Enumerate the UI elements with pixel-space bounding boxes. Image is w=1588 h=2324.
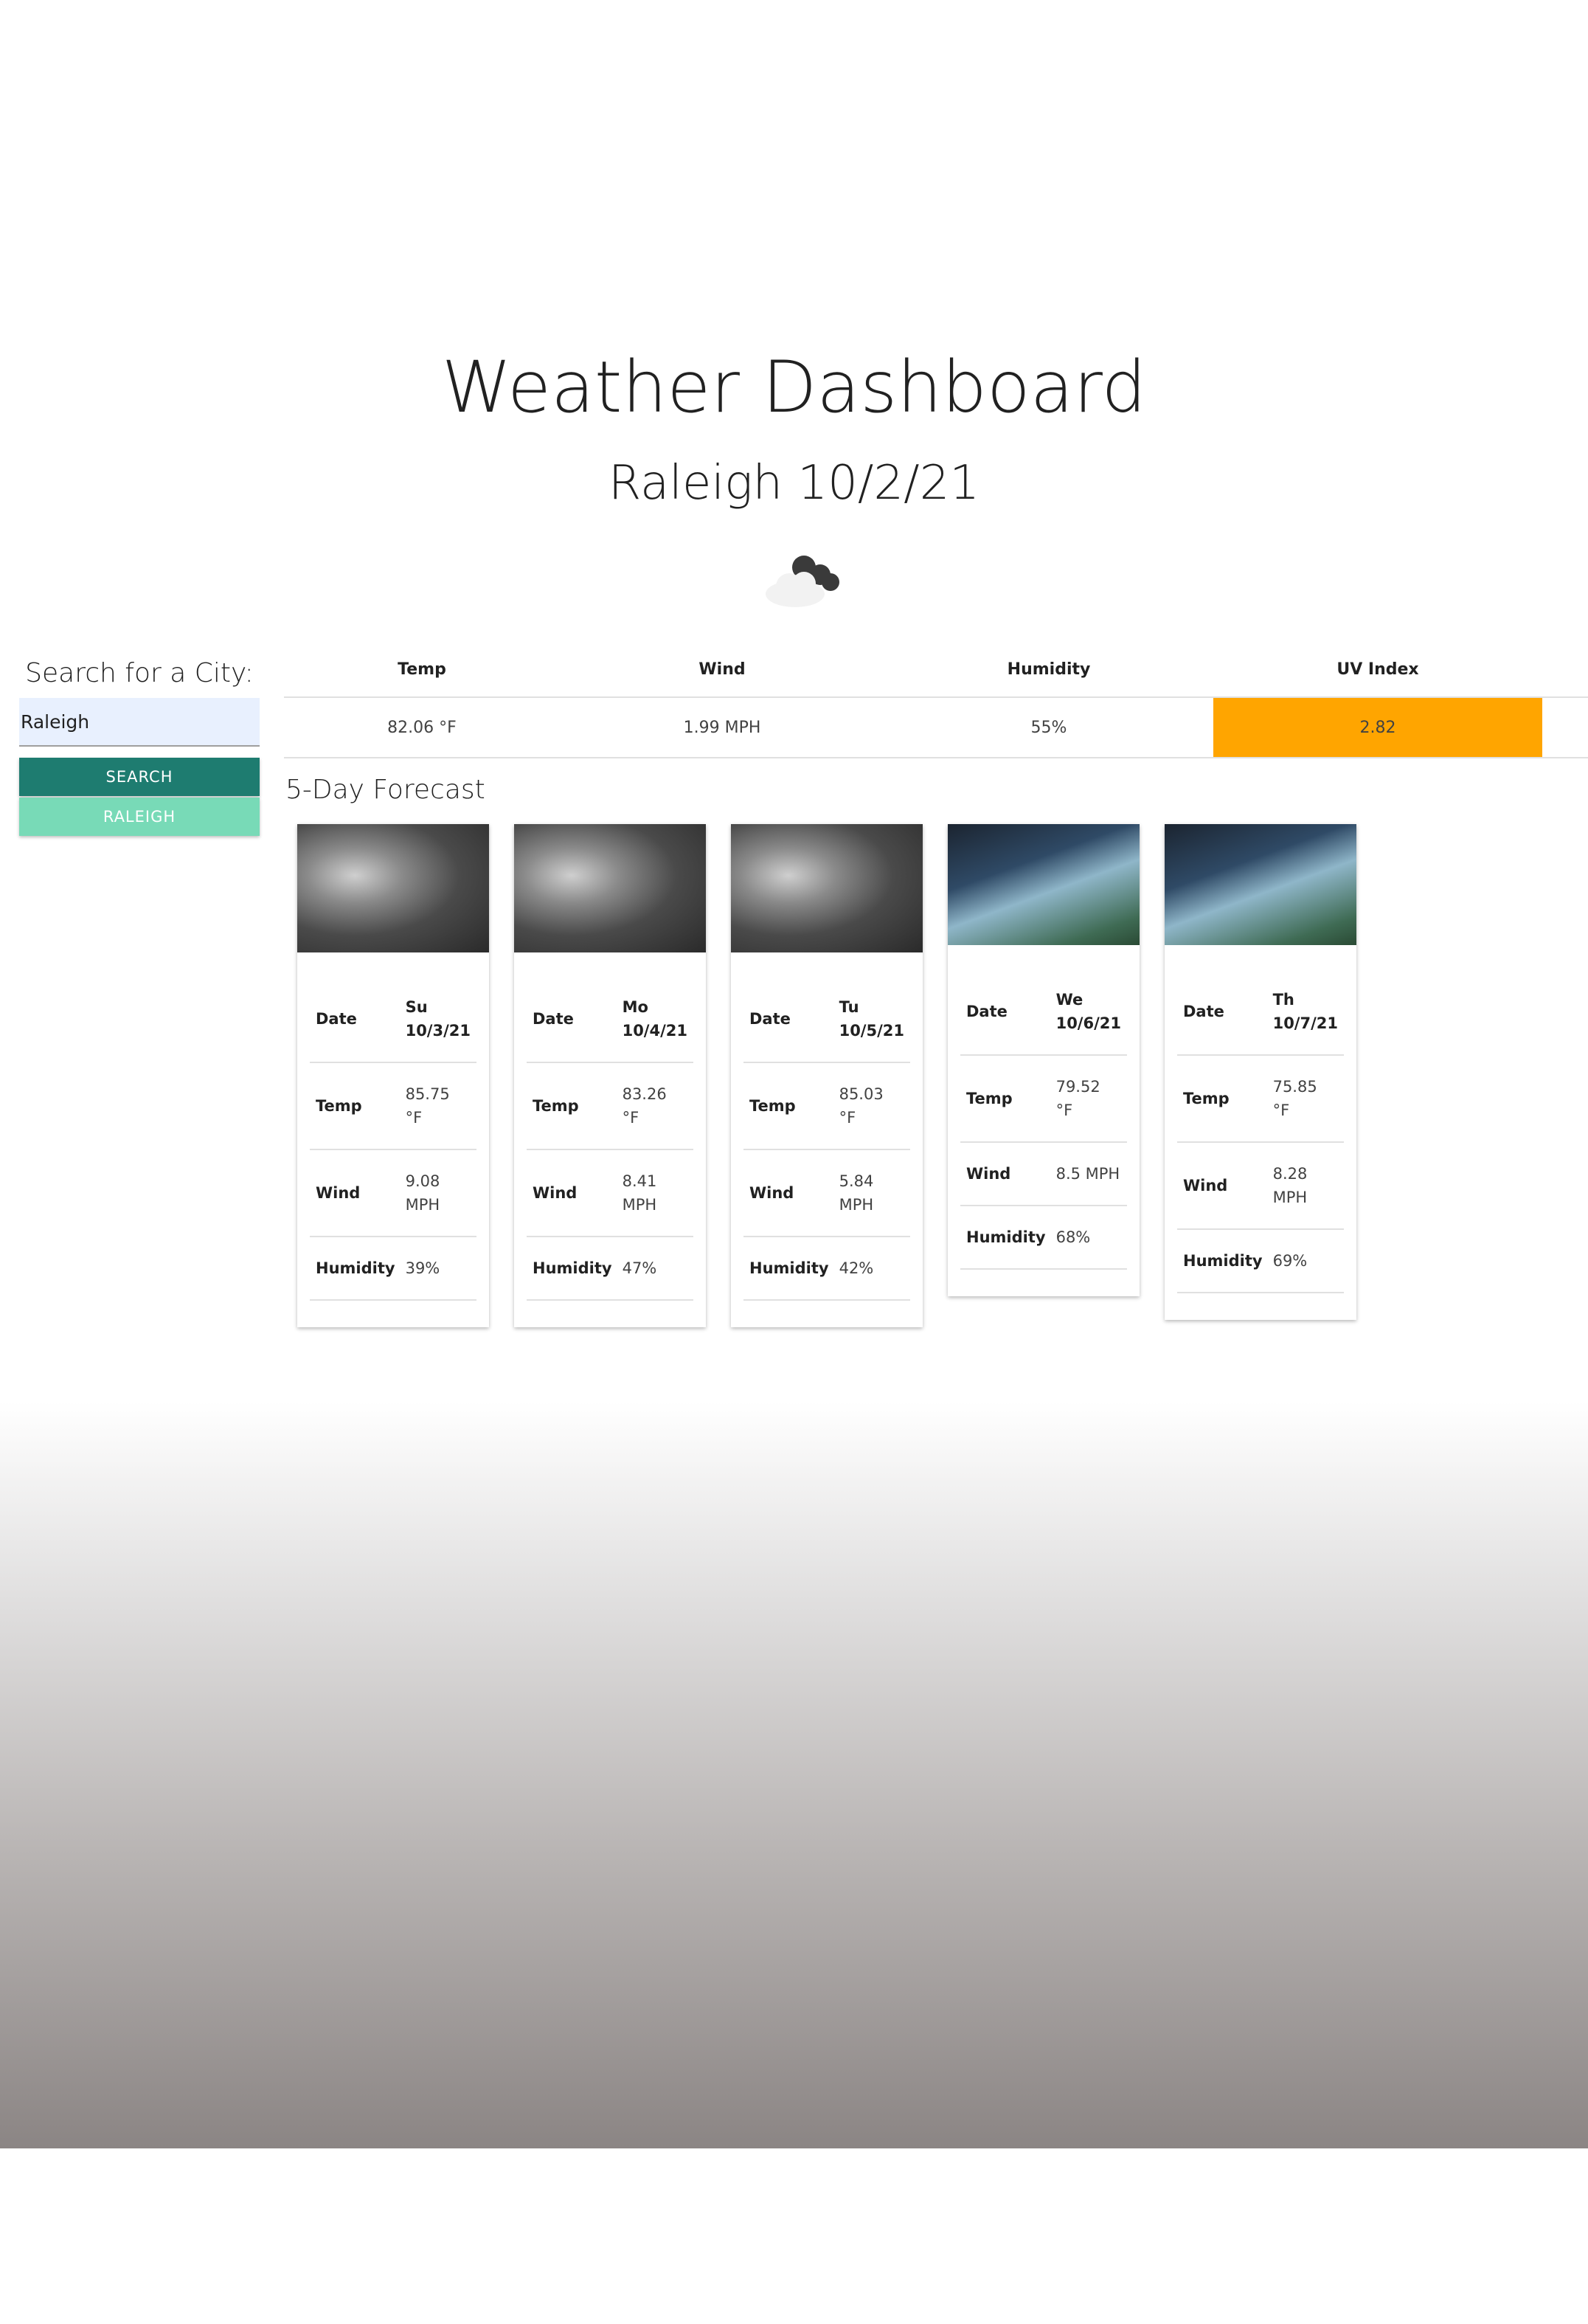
storm-clouds-image: [731, 824, 923, 952]
page-title: Weather Dashboard: [441, 346, 1147, 429]
current-conditions-table: Temp Wind Humidity UV Index 82.06 °F 1.9…: [284, 642, 1588, 758]
umbrella-rain-image: [1165, 824, 1356, 945]
forecast-heading: 5-Day Forecast: [285, 775, 485, 805]
umbrella-rain-image: [948, 824, 1140, 945]
storm-clouds-image: [514, 824, 706, 952]
uv-index-value: 2.82: [1213, 697, 1542, 758]
forecast-card: Date Th 10/7/21 Temp 75.85 °F Wind 8.28 M…: [1165, 824, 1356, 1320]
forecast-table: Date Tu 10/5/21 Temp 85.03 °F Wind 5.84 M…: [743, 976, 910, 1301]
uv-index-header: UV Index: [1213, 642, 1542, 698]
cloudy-night-icon: [766, 556, 839, 607]
city-search-input[interactable]: [19, 698, 260, 747]
history-button-raleigh[interactable]: RALEIGH: [19, 798, 260, 836]
forecast-table: Date Th 10/7/21 Temp 75.85 °F Wind 8.28 M…: [1177, 969, 1344, 1293]
current-header-row: Temp Wind Humidity UV Index: [284, 642, 1588, 698]
search-heading: Search for a City:: [25, 658, 254, 688]
humidity-value: 55%: [884, 697, 1213, 758]
background-gradient: [0, 1402, 1588, 2148]
search-button[interactable]: SEARCH: [19, 758, 260, 796]
forecast-card: Date We 10/6/21 Temp 79.52 °F Wind 8.5 MP…: [948, 824, 1140, 1296]
temp-value: 82.06 °F: [284, 697, 560, 758]
storm-clouds-image: [297, 824, 489, 952]
wind-value: 1.99 MPH: [560, 697, 884, 758]
forecast-card: Date Tu 10/5/21 Temp 85.03 °F Wind 5.84 M…: [731, 824, 923, 1327]
current-values-row: 82.06 °F 1.99 MPH 55% 2.82: [284, 697, 1588, 758]
humidity-header: Humidity: [884, 642, 1213, 698]
current-city-date: Raleigh 10/2/21: [608, 456, 980, 511]
forecast-table: Date Su 10/3/21 Temp 85.75 °F Wind 9.08 M…: [310, 976, 476, 1301]
wind-header: Wind: [560, 642, 884, 698]
forecast-card: Date Su 10/3/21 Temp 85.75 °F Wind 9.08 M…: [297, 824, 489, 1327]
forecast-table: Date Mo 10/4/21 Temp 83.26 °F Wind 8.41 M…: [527, 976, 693, 1301]
forecast-table: Date We 10/6/21 Temp 79.52 °F Wind 8.5 MP…: [960, 969, 1127, 1270]
temp-header: Temp: [284, 642, 560, 698]
forecast-card: Date Mo 10/4/21 Temp 83.26 °F Wind 8.41 M…: [514, 824, 706, 1327]
